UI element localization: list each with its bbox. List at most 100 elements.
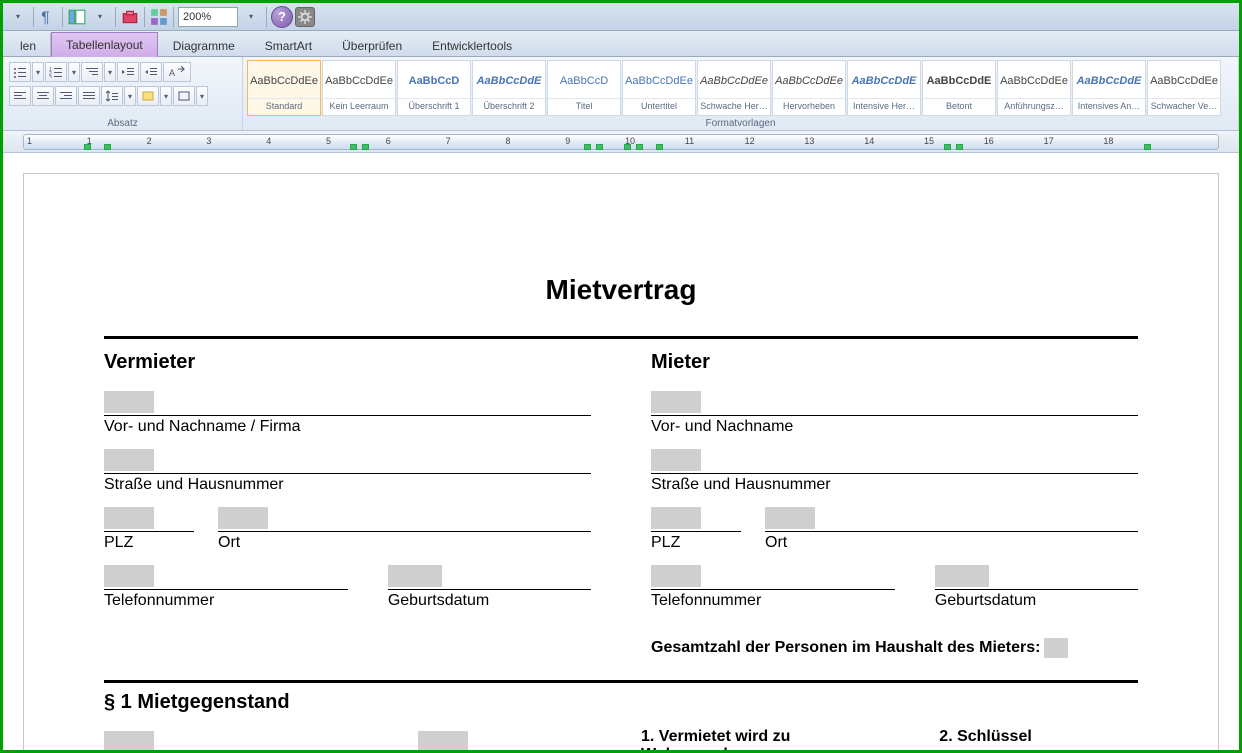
indent-increase-button[interactable] [140, 62, 162, 82]
paragraph-marks-icon[interactable]: ¶ [38, 7, 58, 27]
ruler-marker[interactable] [362, 144, 369, 150]
shading-dropdown[interactable]: ▾ [160, 86, 172, 106]
multilevel-list-button[interactable] [81, 62, 103, 82]
settings-gear-icon[interactable] [295, 7, 315, 27]
style-preview: AaBbCcDdEe [325, 64, 393, 98]
placeholder[interactable] [765, 507, 815, 529]
ruler-number: 11 [685, 136, 694, 146]
numbering-dropdown[interactable]: ▾ [68, 62, 80, 82]
placeholder[interactable] [104, 449, 154, 471]
placeholder[interactable] [651, 507, 701, 529]
borders-button[interactable] [173, 86, 195, 106]
style-item[interactable]: AaBbCcDdEeAnführungsz… [997, 60, 1071, 116]
bullets-button[interactable] [9, 62, 31, 82]
placeholder[interactable] [418, 731, 468, 750]
label-street: Straße und Hausnummer [651, 476, 1138, 494]
toolbox-icon[interactable] [120, 7, 140, 27]
borders-dropdown[interactable]: ▾ [196, 86, 208, 106]
placeholder[interactable] [104, 391, 154, 413]
placeholder[interactable] [1044, 638, 1068, 658]
placeholder[interactable] [218, 507, 268, 529]
style-item[interactable]: AaBbCcDdEÜberschrift 2 [472, 60, 546, 116]
ruler-marker[interactable] [584, 144, 591, 150]
label-street: Straße und Hausnummer [104, 476, 591, 494]
ruler-marker[interactable] [944, 144, 951, 150]
help-icon[interactable]: ? [271, 6, 293, 28]
gallery-icon[interactable] [149, 7, 169, 27]
bullets-dropdown[interactable]: ▾ [32, 62, 44, 82]
numbering-button[interactable]: 123 [45, 62, 67, 82]
align-right-button[interactable] [55, 86, 77, 106]
tab-smartart[interactable]: SmartArt [250, 33, 327, 57]
ruler-number: 1 [27, 136, 32, 146]
style-item[interactable]: AaBbCcDdEeKein Leerraum [322, 60, 396, 116]
style-item[interactable]: AaBbCcDdEeSchwache Her… [697, 60, 771, 116]
placeholder[interactable] [651, 391, 701, 413]
placeholder[interactable] [104, 565, 154, 587]
ruler-number: 7 [446, 136, 451, 146]
page[interactable]: Mietvertrag Vermieter Vor- und Nachname … [23, 173, 1219, 750]
label-tel: Telefonnummer [104, 592, 348, 610]
style-item[interactable]: AaBbCcDdEIntensive Her… [847, 60, 921, 116]
placeholder[interactable] [104, 731, 154, 750]
style-item[interactable]: AaBbCcDdEeHervorheben [772, 60, 846, 116]
align-left-button[interactable] [9, 86, 31, 106]
ruler-number: 14 [864, 136, 874, 146]
placeholder[interactable] [104, 507, 154, 529]
ruler-marker[interactable] [636, 144, 643, 150]
zoom-combo[interactable]: 200% [178, 7, 238, 27]
ruler-marker[interactable] [1144, 144, 1151, 150]
placeholder[interactable] [651, 449, 701, 471]
style-item[interactable]: AaBbCcDÜberschrift 1 [397, 60, 471, 116]
style-label: Betont [923, 98, 995, 113]
style-item[interactable]: AaBbCcDdEIntensives An… [1072, 60, 1146, 116]
sidebar-toggle-icon[interactable] [67, 7, 87, 27]
style-label: Kein Leerraum [323, 98, 395, 113]
document-area[interactable]: Mietvertrag Vermieter Vor- und Nachname … [3, 155, 1239, 750]
gesamt-line: Gesamtzahl der Personen im Haushalt des … [651, 638, 1138, 658]
style-item[interactable]: AaBbCcDdEeSchwacher Ve… [1147, 60, 1221, 116]
tab-partial[interactable]: len [5, 33, 51, 57]
tab-entwicklertools[interactable]: Entwicklertools [417, 33, 527, 57]
ruler-marker[interactable] [350, 144, 357, 150]
line-spacing-dropdown[interactable]: ▾ [124, 86, 136, 106]
placeholder[interactable] [388, 565, 442, 587]
indent-decrease-button[interactable] [117, 62, 139, 82]
align-center-button[interactable] [32, 86, 54, 106]
ruler-marker[interactable] [596, 144, 603, 150]
sidebar-dropdown[interactable]: ▾ [89, 6, 111, 28]
placeholder[interactable] [651, 565, 701, 587]
align-justify-button[interactable] [78, 86, 100, 106]
ruler-marker[interactable] [624, 144, 631, 150]
style-preview: AaBbCcDdE [1077, 64, 1142, 98]
label-ort: Ort [765, 534, 1138, 552]
ruler-marker[interactable] [84, 144, 91, 150]
label-plz: PLZ [104, 534, 194, 552]
ruler-number: 4 [266, 136, 271, 146]
placeholder[interactable] [935, 565, 989, 587]
label-dob: Geburtsdatum [935, 592, 1138, 610]
horizontal-ruler[interactable]: 1123456789101112131415161718 [23, 134, 1219, 150]
text-direction-button[interactable]: A [163, 62, 191, 82]
style-preview: AaBbCcDdEe [625, 64, 693, 98]
multilevel-dropdown[interactable]: ▾ [104, 62, 116, 82]
label-name: Vor- und Nachname / Firma [104, 418, 591, 436]
tab-diagramme[interactable]: Diagramme [158, 33, 250, 57]
ruler-marker[interactable] [956, 144, 963, 150]
ruler-marker[interactable] [656, 144, 663, 150]
tab-ueberpruefen[interactable]: Überprüfen [327, 33, 417, 57]
shading-button[interactable] [137, 86, 159, 106]
style-item[interactable]: AaBbCcDTitel [547, 60, 621, 116]
style-item[interactable]: AaBbCcDdEBetont [922, 60, 996, 116]
zoom-dropdown[interactable]: ▾ [240, 6, 262, 28]
heading-mieter: Mieter [651, 351, 1138, 374]
undo-dropdown[interactable]: ▾ [7, 6, 29, 28]
line-spacing-button[interactable] [101, 86, 123, 106]
ruler-marker[interactable] [104, 144, 111, 150]
style-item[interactable]: AaBbCcDdEeStandard [247, 60, 321, 116]
style-preview: AaBbCcD [560, 64, 608, 98]
heading-vermieter: Vermieter [104, 351, 591, 374]
ruler-number: 6 [386, 136, 391, 146]
style-item[interactable]: AaBbCcDdEeUntertitel [622, 60, 696, 116]
tab-tabellenlayout[interactable]: Tabellenlayout [51, 32, 158, 57]
